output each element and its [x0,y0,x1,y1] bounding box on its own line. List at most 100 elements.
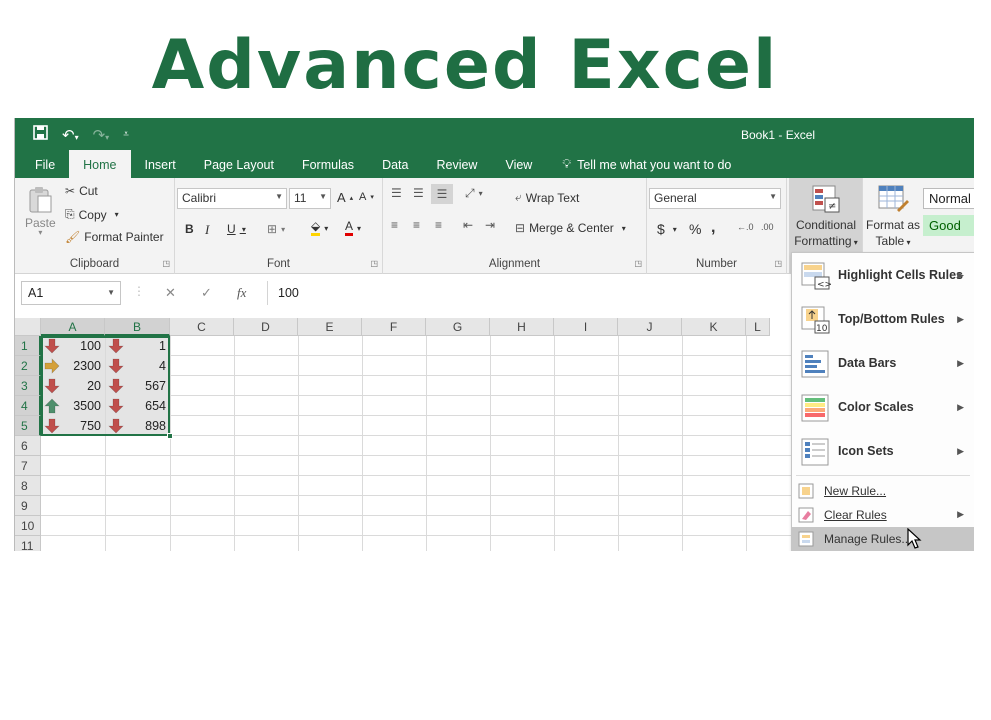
tab-data[interactable]: Data [368,150,422,178]
tab-file[interactable]: File [25,150,69,178]
conditional-formatting-menu: <> Highlight Cells Rules ▶ 10 Top/Bottom … [791,252,974,551]
row-header-7[interactable]: 7 [15,456,41,476]
shrink-font-button[interactable]: A ▾ [359,191,374,203]
percent-button[interactable]: % [689,221,701,237]
tab-review[interactable]: Review [422,150,491,178]
conditional-label: Conditional [795,218,857,232]
merge-icon: ⊟ [515,221,526,235]
column-header-f[interactable]: F [362,318,426,336]
formula-input[interactable]: 100 [267,281,795,305]
font-size-combo[interactable]: 11 ▼ [289,188,331,209]
currency-button[interactable]: $ ▾ [657,221,677,237]
worksheet-grid[interactable]: ABCDEFGHIJKL 1 2 3 4 5 6 7 8 9 10 11 100 1 2300 4 20 56… [15,318,795,551]
clipboard-group: Paste ▾ ✂ Cut ⎘ Copy ▾ 🖌︎ Format Painter… [15,178,175,274]
wrap-text-label: Wrap Text [525,190,580,205]
row-header-4[interactable]: 4 [15,396,41,416]
bottom-align-icon[interactable]: ☰ [431,184,453,204]
formula-bar: A1 ▼ ⋮ ✕ ✓ fx 100 [15,278,795,308]
italic-button[interactable]: I [205,222,209,238]
align-left-icon[interactable]: ≡ [391,218,398,232]
row-header-11[interactable]: 11 [15,536,41,551]
row-header-1[interactable]: 1 [15,336,41,356]
name-box[interactable]: A1 ▼ [21,281,121,305]
tab-view[interactable]: View [491,150,546,178]
copy-button[interactable]: ⎘ Copy ▾ [65,207,119,222]
menu-new-rule[interactable]: New Rule... [792,479,974,503]
grow-font-button[interactable]: A ▴ [337,190,353,205]
menu-icon-sets[interactable]: Icon Sets ▶ [792,429,974,473]
column-header-i[interactable]: I [554,318,618,336]
row-header-10[interactable]: 10 [15,516,41,536]
row-header-9[interactable]: 9 [15,496,41,516]
comma-button[interactable]: , [711,219,715,237]
color-scales-label: Color Scales [838,400,914,414]
tab-page-layout[interactable]: Page Layout [190,150,288,178]
menu-manage-rules[interactable]: Manage Rules... [792,527,974,551]
merge-center-button[interactable]: ⊟ Merge & Center ▾ [515,221,626,235]
menu-highlight-cells-rules[interactable]: <> Highlight Cells Rules ▶ [792,253,974,297]
row-header-2[interactable]: 2 [15,356,41,376]
enter-icon[interactable]: ✓ [201,285,212,301]
borders-button[interactable]: ⊞ ▾ [267,222,285,236]
format-as-label: Format as [865,218,920,232]
dialog-launcher-icon[interactable]: ◳ [774,259,782,268]
column-header-h[interactable]: H [490,318,554,336]
column-header-a[interactable]: A [41,318,105,336]
dialog-launcher-icon[interactable]: ◳ [162,259,170,268]
undo-icon[interactable]: ↶▾ [62,126,79,144]
increase-indent-icon[interactable]: ⇥ [485,218,495,232]
column-header-l[interactable]: L [746,318,770,336]
menu-color-scales[interactable]: Color Scales ▶ [792,385,974,429]
column-header-k[interactable]: K [682,318,746,336]
row-header-8[interactable]: 8 [15,476,41,496]
svg-text:≠: ≠ [828,201,836,212]
fill-color-button[interactable]: ⬙ ▾ [311,220,328,236]
redo-icon[interactable]: ↷▾ [93,126,110,144]
format-painter-button[interactable]: 🖌︎ Format Painter [65,230,164,244]
column-header-g[interactable]: G [426,318,490,336]
row-header-3[interactable]: 3 [15,376,41,396]
paste-button[interactable]: Paste ▾ [25,186,56,237]
number-format-combo[interactable]: General ▼ [649,188,781,209]
align-center-icon[interactable]: ≡ [413,218,420,232]
dialog-launcher-icon[interactable]: ◳ [370,259,378,268]
menu-data-bars[interactable]: Data Bars ▶ [792,341,974,385]
column-header-e[interactable]: E [298,318,362,336]
align-right-icon[interactable]: ≡ [435,218,442,232]
customize-qat-icon[interactable]: ⩡ [123,129,129,140]
column-header-d[interactable]: D [234,318,298,336]
decrease-decimal-icon[interactable]: .00 [761,222,774,232]
underline-button[interactable]: U ▾ [227,222,246,236]
middle-align-icon[interactable]: ☰ [413,186,424,200]
decrease-indent-icon[interactable]: ⇤ [463,218,473,232]
column-header-c[interactable]: C [170,318,234,336]
row-header-5[interactable]: 5 [15,416,41,436]
orientation-icon[interactable]: ⤢ ▾ [465,186,483,201]
select-all-corner[interactable] [15,318,41,336]
tab-home[interactable]: Home [69,150,131,178]
dialog-launcher-icon[interactable]: ◳ [634,259,642,268]
font-name-combo[interactable]: Calibri ▼ [177,188,287,209]
wrap-text-button[interactable]: ⤶ Wrap Text [515,190,579,205]
tab-formulas[interactable]: Formulas [288,150,368,178]
fill-handle[interactable] [167,433,173,439]
font-color-button[interactable]: A ▾ [345,220,361,236]
bold-button[interactable]: B [185,222,194,236]
style-good[interactable]: Good [923,215,974,236]
insert-function-icon[interactable]: fx [237,285,246,301]
cut-button[interactable]: ✂ Cut [65,184,98,198]
menu-top-bottom-rules[interactable]: 10 Top/Bottom Rules ▶ [792,297,974,341]
cancel-icon[interactable]: ✕ [165,285,176,301]
column-header-j[interactable]: J [618,318,682,336]
save-icon[interactable] [33,125,48,144]
menu-clear-rules[interactable]: Clear Rules ▶ [792,503,974,527]
tab-insert[interactable]: Insert [131,150,190,178]
style-normal[interactable]: Normal [923,188,974,209]
tell-me-box[interactable]: 💡︎ Tell me what you want to do [546,150,731,178]
row-header-6[interactable]: 6 [15,436,41,456]
column-header-b[interactable]: B [105,318,170,336]
top-align-icon[interactable]: ☰ [391,186,402,200]
grid-line [682,336,683,551]
increase-decimal-icon[interactable]: ←.0 [737,222,754,232]
alignment-group: ☰ ☰ ☰ ⤢ ▾ ≡ ≡ ≡ ⇤ ⇥ ⤶ Wrap Text ⊟ Merge &… [383,178,647,274]
